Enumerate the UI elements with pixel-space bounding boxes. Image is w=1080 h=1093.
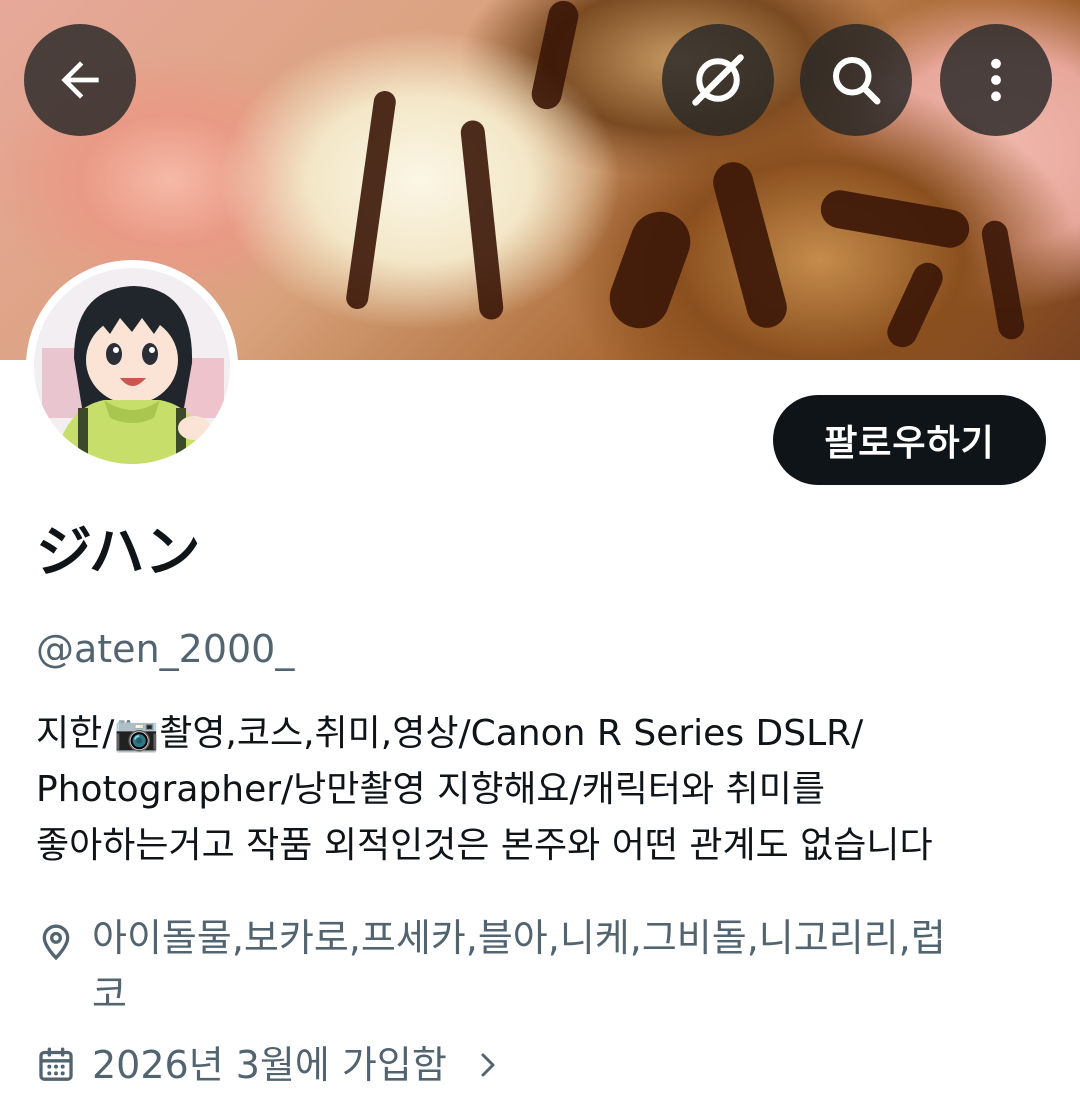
location-line: 코 — [92, 972, 127, 1016]
bio-line: 좋아하는거고 작품 외적인것은 본주와 어떤 관계도 없습니다 — [36, 825, 933, 866]
location-line: 아이돌물,보카로,프세카,블아,니케,그비돌,니고리리,럽 — [92, 916, 946, 960]
back-button[interactable] — [24, 24, 136, 136]
chevron-right-icon — [481, 1053, 495, 1077]
calendar-icon — [39, 1047, 73, 1081]
follow-button[interactable]: 팔로우하기 — [773, 395, 1046, 485]
joined-row[interactable]: 2026년 3월에 가입함 — [36, 1038, 503, 1092]
avatar[interactable] — [26, 260, 238, 472]
grok-button[interactable] — [662, 24, 774, 136]
location-text: 아이돌물,보카로,프세카,블아,니케,그비돌,니고리리,럽 코 — [92, 910, 1022, 1022]
more-vertical-icon — [991, 58, 1001, 102]
display-name: ジハン — [36, 520, 201, 585]
bio-line: Photographer/낭만촬영 지향해요/캐릭터와 취미를 — [36, 769, 825, 810]
joined-date: 2026년 3월에 가입함 — [92, 1043, 447, 1087]
avatar-image — [34, 268, 230, 464]
search-icon — [833, 57, 881, 105]
bio-line: 지한/📷촬영,코스,취미,영상/Canon R Series DSLR/ — [36, 713, 864, 754]
user-handle: @aten_2000_ — [36, 627, 295, 671]
location-pin-icon — [42, 924, 70, 961]
grok-icon — [692, 54, 744, 106]
bio: 지한/📷촬영,코스,취미,영상/Canon R Series DSLR/ Pho… — [36, 706, 1046, 874]
location-row: 아이돌물,보카로,프세카,블아,니케,그비돌,니고리리,럽 코 — [36, 910, 1036, 1022]
arrow-left-icon — [61, 61, 99, 99]
search-button[interactable] — [800, 24, 912, 136]
more-button[interactable] — [940, 24, 1052, 136]
